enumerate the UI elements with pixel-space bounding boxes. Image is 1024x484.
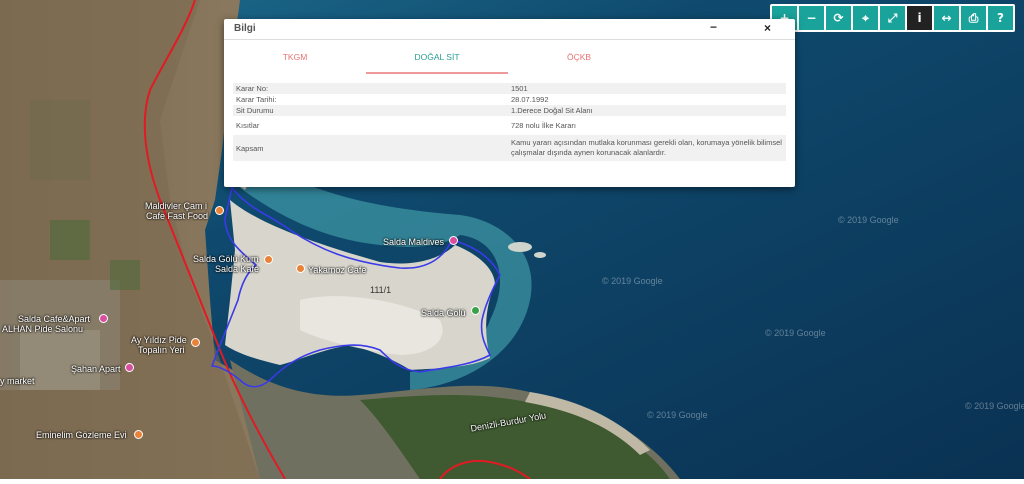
poi-label[interactable]: Cafe Fast Food — [146, 211, 208, 221]
poi-label[interactable]: Salda Gölü Kum — [193, 254, 259, 264]
map-watermark: © 2019 Google — [965, 401, 1024, 411]
info-table: Karar No: 1501 Karar Tarihi: 28.07.1992 … — [233, 83, 786, 161]
print-icon: ⎙ — [968, 10, 979, 25]
map-watermark: © 2019 Google — [602, 276, 663, 286]
panel-title: Bilgi — [234, 23, 256, 34]
measure-icon: ↔ — [941, 11, 952, 25]
poi-label[interactable]: y market — [0, 376, 35, 386]
map-watermark: © 2019 Google — [838, 215, 899, 225]
row-key: Kısıtlar — [236, 121, 260, 130]
poi-label[interactable]: Salda Cafe&Apart — [18, 314, 90, 324]
cafe-marker-icon[interactable] — [215, 206, 224, 215]
measure-button[interactable]: ↔ — [934, 6, 959, 30]
poi-label[interactable]: Topalın Yeri — [138, 345, 185, 355]
minimize-button[interactable]: − — [710, 20, 717, 34]
table-row: Kapsam Kamu yararı açısından mutlaka kor… — [233, 135, 786, 161]
tab-dogal-sit[interactable]: DOĞAL SİT — [366, 40, 508, 74]
poi-label[interactable]: Eminelim Gözleme Evi — [36, 430, 127, 440]
row-value: 1.Derece Doğal Sit Alanı — [507, 105, 786, 116]
table-row: Sit Durumu 1.Derece Doğal Sit Alanı — [233, 105, 786, 116]
row-key: Kapsam — [233, 135, 508, 161]
row-key: Karar Tarihi: — [236, 95, 277, 104]
panel-tabs: TKGM DOĞAL SİT ÖÇKB — [224, 40, 795, 74]
locate-icon: ⌖ — [862, 10, 869, 25]
zoom-out-icon: − — [806, 11, 817, 25]
info-button[interactable]: i — [907, 6, 932, 30]
poi-label[interactable]: Maldivler Çam i — [145, 201, 207, 211]
print-button[interactable]: ⎙ — [961, 6, 986, 30]
parcel-label: 111/1 — [370, 285, 392, 295]
cafe-marker-icon[interactable] — [296, 264, 305, 273]
help-icon: ? — [997, 11, 1004, 25]
poi-label[interactable]: Salda Kafe — [215, 264, 259, 274]
panel-header[interactable]: Bilgi − × — [224, 19, 795, 40]
row-value: 28.07.1992 — [510, 95, 549, 104]
refresh-button[interactable]: ⟳ — [826, 6, 851, 30]
info-icon: i — [917, 11, 922, 25]
restaurant-marker-icon[interactable] — [191, 338, 200, 347]
locate-button[interactable]: ⌖ — [853, 6, 878, 30]
table-row: Karar No: 1501 — [233, 83, 786, 94]
poi-label[interactable]: Şahan Apart — [71, 364, 121, 374]
park-marker-icon[interactable] — [471, 306, 480, 315]
info-panel: Bilgi − × TKGM DOĞAL SİT ÖÇKB Karar No: … — [224, 19, 795, 187]
row-key: Karar No: — [233, 83, 508, 94]
help-button[interactable]: ? — [988, 6, 1013, 30]
hotel-marker-icon[interactable] — [99, 314, 108, 323]
fullscreen-icon: ⤢ — [887, 10, 898, 25]
hotel-marker-icon[interactable] — [125, 363, 134, 372]
poi-label[interactable]: Yakamoz Cafe — [308, 265, 366, 275]
map-toolbar: + − ⟳ ⌖ ⤢ i ↔ ⎙ ? — [770, 4, 1015, 32]
map-watermark: © 2019 Google — [647, 410, 708, 420]
tab-ockb[interactable]: ÖÇKB — [508, 40, 650, 72]
cafe-marker-icon[interactable] — [264, 255, 273, 264]
table-row: Kısıtlar 728 nolu İlke Kararı — [233, 116, 786, 135]
table-row: Karar Tarihi: 28.07.1992 — [233, 94, 786, 105]
close-button[interactable]: × — [764, 21, 771, 35]
zoom-out-button[interactable]: − — [799, 6, 824, 30]
beach-marker-icon[interactable] — [449, 236, 458, 245]
map-watermark: © 2019 Google — [765, 328, 826, 338]
row-value: 728 nolu İlke Kararı — [510, 121, 576, 130]
row-key: Sit Durumu — [233, 105, 508, 116]
poi-label[interactable]: ALHAN Pide Salonu — [2, 324, 83, 334]
row-value: 1501 — [507, 83, 786, 94]
row-value: Kamu yararı açısından mutlaka korunması … — [507, 135, 786, 161]
poi-label[interactable]: Salda Maldives — [383, 237, 444, 247]
refresh-icon: ⟳ — [833, 11, 844, 25]
poi-label[interactable]: Ay Yıldız Pide — [131, 335, 187, 345]
tab-tkgm[interactable]: TKGM — [224, 40, 366, 72]
fullscreen-button[interactable]: ⤢ — [880, 6, 905, 30]
poi-label[interactable]: Salda Gölü — [421, 308, 466, 318]
restaurant-marker-icon[interactable] — [134, 430, 143, 439]
